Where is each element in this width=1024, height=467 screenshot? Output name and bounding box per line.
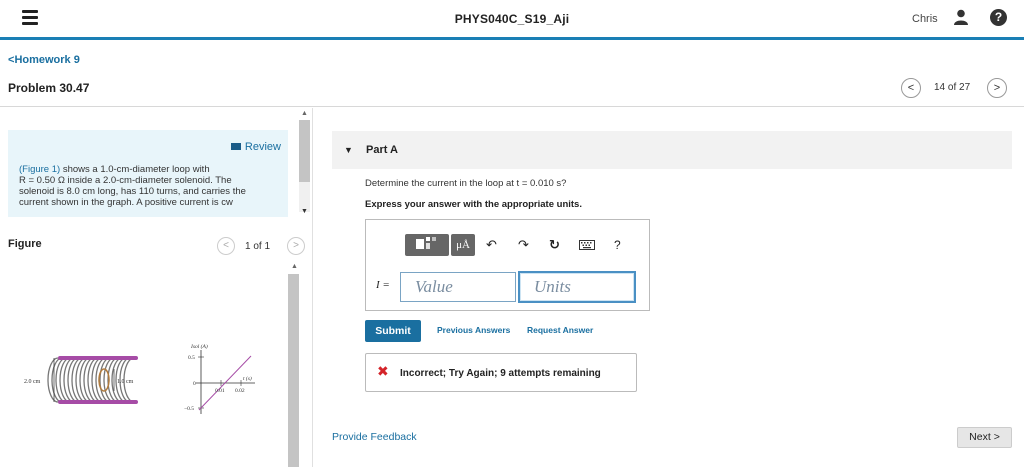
app-title: PHYS040C_S19_Aji xyxy=(454,12,570,26)
feedback-message: Incorrect; Try Again; 9 attempts remaini… xyxy=(400,368,601,379)
solenoid-diameter-label: 2.0 cm xyxy=(24,379,41,385)
problem-pager-text: 14 of 27 xyxy=(934,82,971,93)
provide-feedback-link[interactable]: Provide Feedback xyxy=(332,431,417,443)
header-divider xyxy=(0,106,1024,107)
intro-scroll-up-arrow[interactable]: ▲ xyxy=(301,110,308,117)
graph-y-axis-label: Isol (A) xyxy=(190,343,208,350)
graph-y-top-label: 0.5 xyxy=(188,355,195,361)
intro-box: Review (Figure 1) shows a 1.0-cm-diamete… xyxy=(8,130,288,217)
figure-link[interactable]: (Figure 1) xyxy=(19,164,60,175)
figure-pager: < 1 of 1 > xyxy=(217,237,307,255)
intro-scrollbar-thumb[interactable] xyxy=(299,120,310,182)
pane-divider xyxy=(312,108,313,467)
solenoid-figure: 2.0 cm 1.0 cm Isol (A) 0.5 0 −0.5 t (s) … xyxy=(24,343,255,414)
intro-scrollbar[interactable] xyxy=(299,120,310,212)
intro-line-3: solenoid is 8.0 cm long, has 110 turns, … xyxy=(19,186,246,197)
template-button[interactable] xyxy=(405,234,449,256)
next-button[interactable]: Next > xyxy=(957,427,1012,448)
answer-variable-label: I = xyxy=(376,279,390,291)
user-name[interactable]: Chris xyxy=(912,13,938,25)
collapse-caret-icon[interactable]: ▼ xyxy=(344,145,353,155)
book-icon xyxy=(230,143,241,150)
previous-answers-link[interactable]: Previous Answers xyxy=(437,325,510,335)
toolbar-help-icon[interactable]: ? xyxy=(614,238,621,252)
request-answer-link[interactable]: Request Answer xyxy=(527,325,593,335)
top-bar: PHYS040C_S19_Aji Chris ? xyxy=(0,0,1024,40)
redo-icon[interactable]: ↷ xyxy=(518,238,529,252)
graph-y-zero-label: 0 xyxy=(193,381,196,387)
graph-x-tick-2: 0.02 xyxy=(235,388,245,394)
error-x-icon: ✖ xyxy=(377,363,389,379)
intro-scroll-down-arrow[interactable]: ▼ xyxy=(301,208,308,215)
keyboard-icon[interactable] xyxy=(579,240,595,250)
back-link-label: Homework 9 xyxy=(14,54,80,66)
review-label: Review xyxy=(244,141,281,153)
units-input[interactable] xyxy=(518,271,636,303)
figure-pager-text: 1 of 1 xyxy=(245,241,271,252)
reset-icon[interactable]: ↻ xyxy=(549,238,560,252)
template-icon xyxy=(416,237,436,249)
user-icon[interactable] xyxy=(954,9,968,25)
current-graph: Isol (A) 0.5 0 −0.5 t (s) 0.01 0.02 xyxy=(184,343,255,414)
part-title: Part A xyxy=(366,144,398,156)
intro-line-4: current shown in the graph. A positive c… xyxy=(19,197,233,208)
chevron-right-icon: > xyxy=(993,431,1000,443)
prev-problem-button[interactable]: < xyxy=(901,78,921,98)
figure-scrollbar[interactable] xyxy=(288,274,299,467)
back-to-homework-link[interactable]: <Homework 9 xyxy=(8,54,80,66)
loop-diameter-label: 1.0 cm xyxy=(117,379,134,385)
review-link[interactable]: Review xyxy=(230,141,281,153)
figure-scrollbar-thumb[interactable] xyxy=(288,274,299,467)
help-icon[interactable]: ? xyxy=(990,9,1007,26)
next-problem-button[interactable]: > xyxy=(987,78,1007,98)
next-figure-button[interactable]: > xyxy=(287,237,305,255)
graph-y-bottom-label: −0.5 xyxy=(184,406,194,412)
submit-button[interactable]: Submit xyxy=(365,320,421,342)
prev-figure-button[interactable]: < xyxy=(217,237,235,255)
feedback-box: ✖ Incorrect; Try Again; 9 attempts remai… xyxy=(365,353,637,392)
problem-pager: < 14 of 27 > xyxy=(901,78,1011,98)
undo-icon[interactable]: ↶ xyxy=(486,238,497,252)
intro-line-2: R = 0.50 Ω inside a 2.0-cm-diameter sole… xyxy=(19,175,232,186)
graph-x-axis-label: t (s) xyxy=(243,375,252,382)
intro-line-1: shows a 1.0-cm-diameter loop with xyxy=(60,164,210,175)
answer-box: μÅ ↶ ↷ ↻ ? I = xyxy=(365,219,650,311)
intro-text: (Figure 1) shows a 1.0-cm-diameter loop … xyxy=(19,164,281,208)
part-a-header[interactable]: ▼ Part A xyxy=(332,131,1012,169)
question-text: Determine the current in the loop at t =… xyxy=(365,178,567,189)
problem-title: Problem 30.47 xyxy=(8,81,90,95)
figure-scroll-up-arrow[interactable]: ▲ xyxy=(291,263,298,270)
figure-heading: Figure xyxy=(8,238,42,250)
units-symbol-button[interactable]: μÅ xyxy=(451,234,475,256)
graph-x-tick-1: 0.01 xyxy=(215,388,225,394)
left-pane: Review (Figure 1) shows a 1.0-cm-diamete… xyxy=(8,108,312,467)
next-button-label: Next xyxy=(969,431,991,443)
instruction-text: Express your answer with the appropriate… xyxy=(365,199,582,210)
value-input[interactable] xyxy=(400,272,516,302)
